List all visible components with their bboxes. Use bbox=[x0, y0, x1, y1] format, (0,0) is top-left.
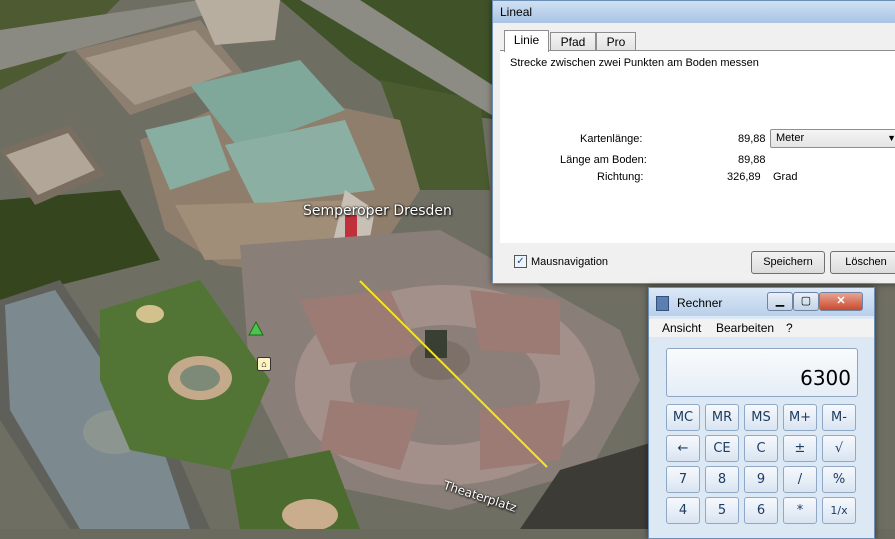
location-pin-icon[interactable]: ⌂ bbox=[257, 357, 271, 371]
ruler-panel: Strecke zwischen zwei Punkten am Boden m… bbox=[500, 50, 895, 243]
digit-8-button[interactable]: 8 bbox=[705, 466, 739, 493]
digit-5-button[interactable]: 5 bbox=[705, 497, 739, 524]
percent-button[interactable]: % bbox=[822, 466, 856, 493]
maximize-button[interactable]: ▢ bbox=[793, 292, 819, 311]
ground-length-value: 89,88 bbox=[738, 154, 766, 166]
menu-bearbeiten[interactable]: Bearbeiten bbox=[716, 321, 774, 335]
digit-9-button[interactable]: 9 bbox=[744, 466, 778, 493]
menu-help[interactable]: ? bbox=[786, 321, 793, 335]
backspace-button[interactable]: ← bbox=[666, 435, 700, 462]
minimize-button[interactable]: ▁ bbox=[767, 292, 793, 311]
heading-unit: Grad bbox=[773, 171, 798, 183]
chevron-down-icon: ▼ bbox=[887, 133, 895, 143]
unit-select[interactable]: Meter ▼ bbox=[770, 129, 895, 148]
sqrt-button[interactable]: √ bbox=[822, 435, 856, 462]
digit-6-button[interactable]: 6 bbox=[744, 497, 778, 524]
calculator-display: 6300 bbox=[666, 348, 858, 397]
calculator-titlebar[interactable]: Rechner ▁ ▢ ✕ bbox=[649, 288, 874, 316]
memory-clear-button[interactable]: MC bbox=[666, 404, 700, 431]
tab-pfad[interactable]: Pfad bbox=[550, 32, 596, 52]
mouse-nav-label[interactable]: Mausnavigation bbox=[531, 256, 608, 268]
ruler-titlebar[interactable]: Lineal bbox=[493, 1, 895, 23]
map-length-value: 89,88 bbox=[738, 133, 766, 145]
ruler-window: Lineal Linie Pfad Pro Strecke zwischen z… bbox=[492, 0, 895, 284]
ground-length-label: Länge am Boden: bbox=[560, 154, 647, 166]
heading-label: Richtung: bbox=[597, 171, 644, 183]
ruler-title: Lineal bbox=[500, 5, 533, 19]
unit-select-value: Meter bbox=[776, 132, 805, 144]
calculator-menubar: Ansicht Bearbeiten ? bbox=[649, 319, 874, 337]
memory-add-button[interactable]: M+ bbox=[783, 404, 817, 431]
memory-recall-button[interactable]: MR bbox=[705, 404, 739, 431]
digit-7-button[interactable]: 7 bbox=[666, 466, 700, 493]
clear-button[interactable]: C bbox=[744, 435, 778, 462]
save-button[interactable]: Speichern bbox=[751, 251, 825, 274]
multiply-button[interactable]: * bbox=[783, 497, 817, 524]
clear-entry-button[interactable]: CE bbox=[705, 435, 739, 462]
sign-toggle-button[interactable]: ± bbox=[783, 435, 817, 462]
mouse-nav-checkbox[interactable]: ✓ bbox=[514, 255, 527, 268]
reciprocal-button[interactable]: 1/x bbox=[822, 497, 856, 524]
memory-subtract-button[interactable]: M- bbox=[822, 404, 856, 431]
divide-button[interactable]: / bbox=[783, 466, 817, 493]
map-length-label: Kartenlänge: bbox=[580, 133, 643, 145]
digit-4-button[interactable]: 4 bbox=[666, 497, 700, 524]
tab-linie[interactable]: Linie bbox=[504, 30, 549, 52]
tab-pro[interactable]: Pro bbox=[596, 32, 636, 52]
calculator-title: Rechner bbox=[677, 296, 723, 310]
map-label-semperoper[interactable]: Semperoper Dresden bbox=[303, 203, 452, 219]
calculator-app-icon bbox=[656, 296, 669, 311]
memory-store-button[interactable]: MS bbox=[744, 404, 778, 431]
display-value: 6300 bbox=[800, 366, 851, 390]
menu-ansicht[interactable]: Ansicht bbox=[662, 321, 701, 335]
clear-button[interactable]: Löschen bbox=[830, 251, 895, 274]
calculator-window: Rechner ▁ ▢ ✕ Ansicht Bearbeiten ? 6300 … bbox=[648, 287, 875, 539]
heading-value: 326,89 bbox=[727, 171, 761, 183]
ruler-description: Strecke zwischen zwei Punkten am Boden m… bbox=[510, 57, 759, 69]
close-button[interactable]: ✕ bbox=[819, 292, 863, 311]
